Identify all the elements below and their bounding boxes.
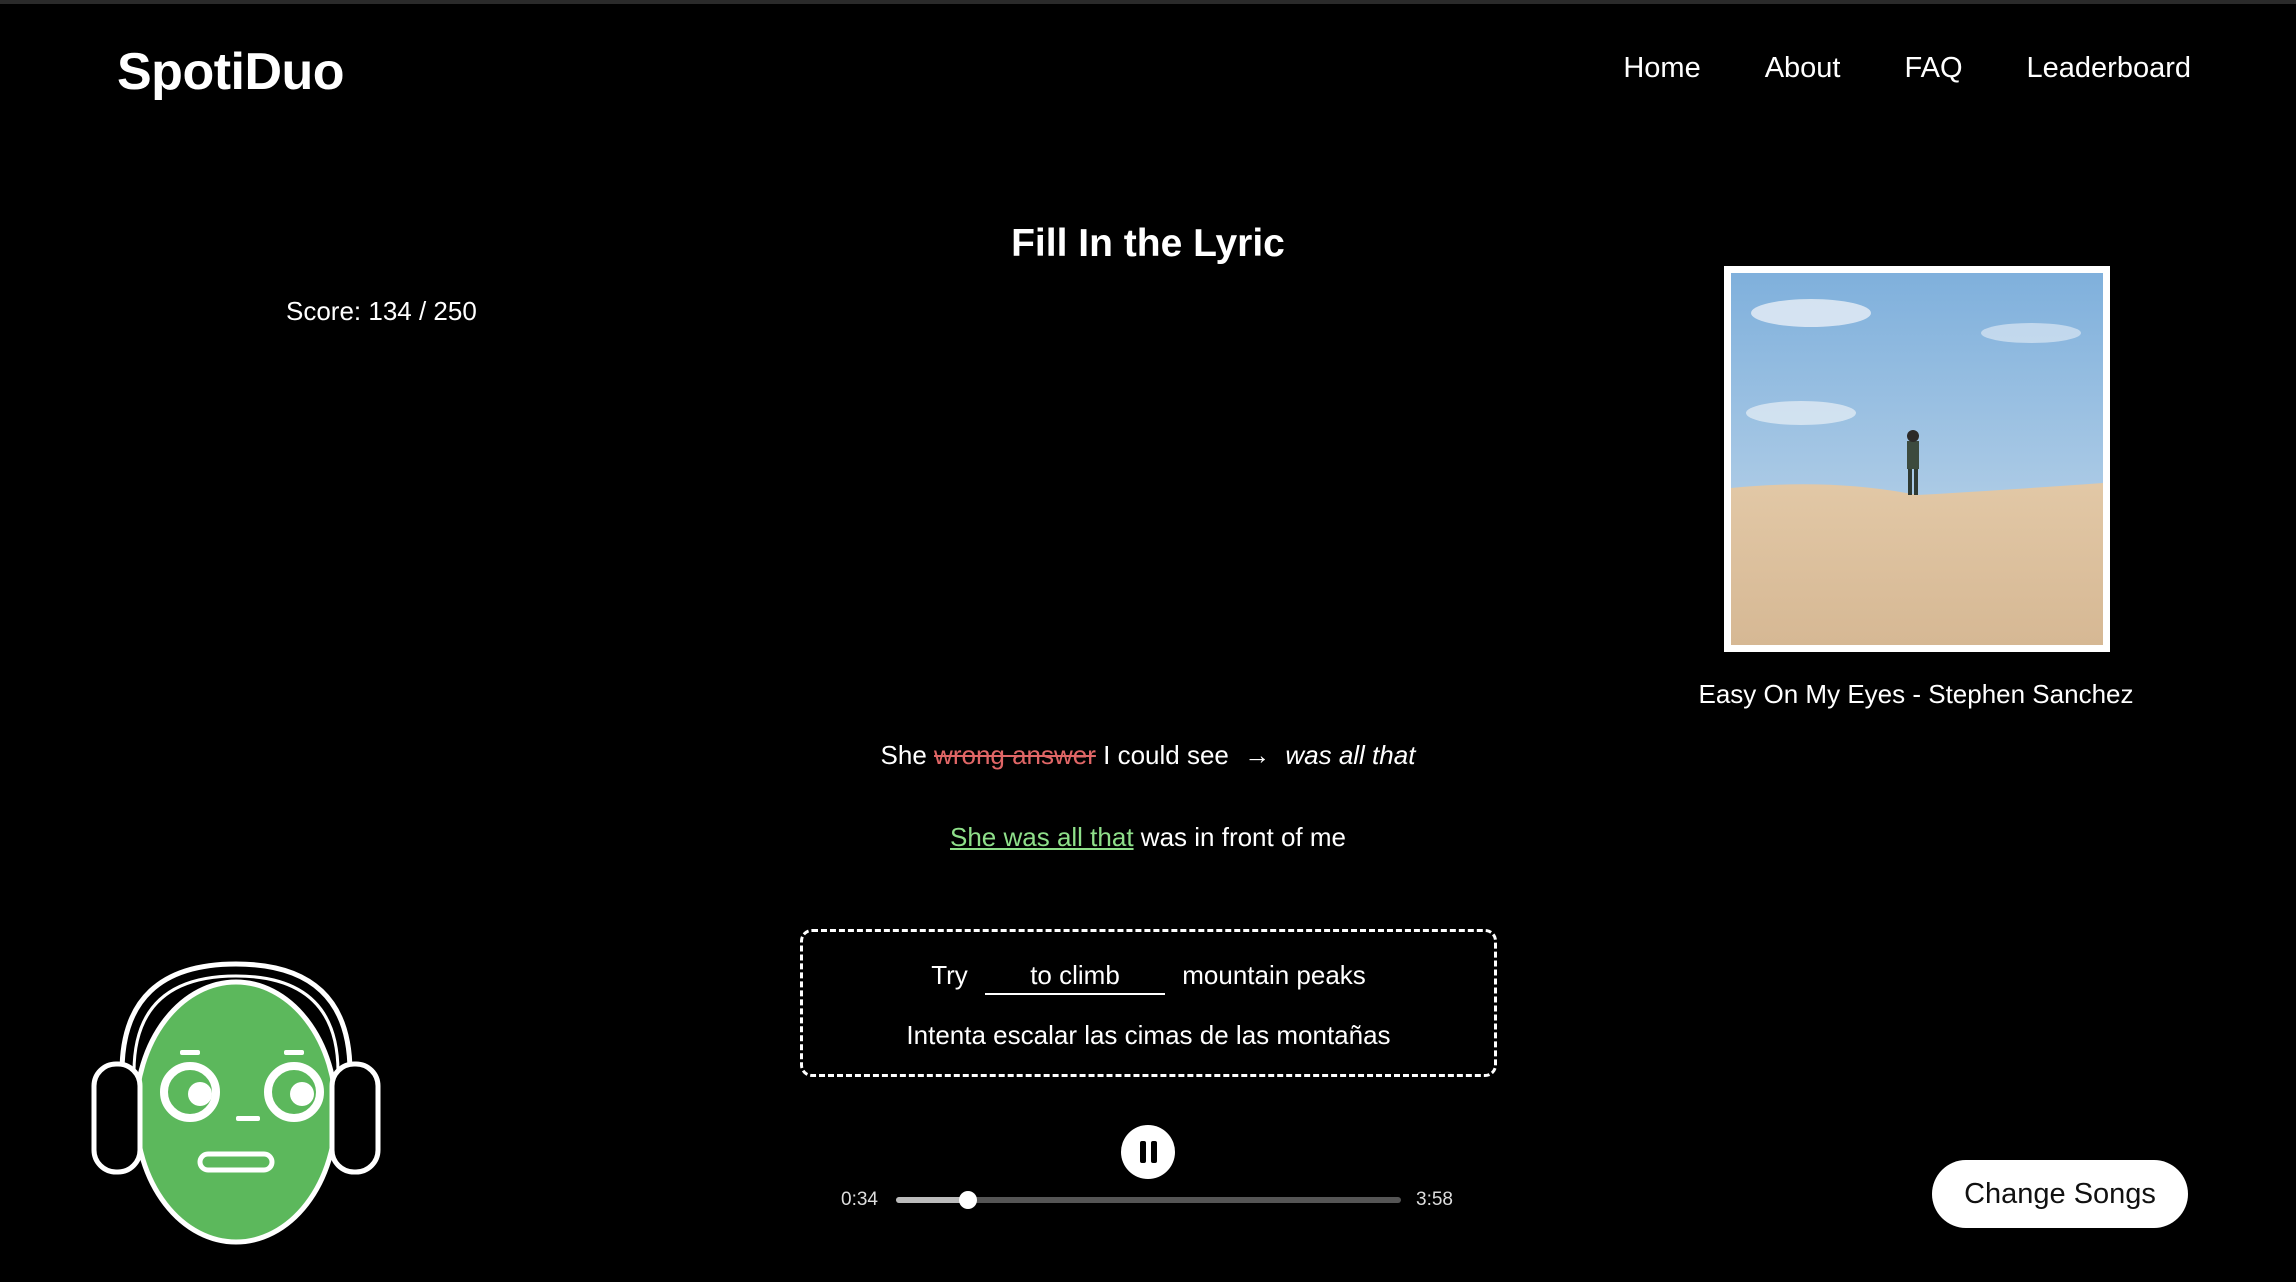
lyric-prefix: She <box>880 740 927 770</box>
page-title: Fill In the Lyric <box>1011 222 1285 265</box>
translation-text: Intenta escalar las cimas de las montaña… <box>906 1020 1391 1050</box>
nav-home-link[interactable]: Home <box>1623 52 1700 85</box>
pause-button[interactable] <box>1121 1125 1175 1179</box>
correct-answer-hint: was all that <box>1285 740 1416 770</box>
score-display: Score: 134 / 250 <box>286 296 477 326</box>
prompt-prefix: Try <box>931 960 968 990</box>
playback-progress <box>896 1197 969 1203</box>
album-cover-image <box>1731 273 2103 645</box>
lyric-rest: was in front of me <box>1140 822 1346 852</box>
arrow-icon: → <box>1244 740 1271 770</box>
playback-thumb[interactable] <box>959 1191 978 1209</box>
nav-leaderboard-link[interactable]: Leaderboard <box>2027 52 2191 85</box>
main-nav: Home About FAQ Leaderboard <box>1623 52 2191 85</box>
pause-icon <box>1139 1141 1157 1163</box>
lyric-answer-input[interactable] <box>985 960 1165 995</box>
nav-about-link[interactable]: About <box>1765 52 1841 85</box>
prompt-lyric-row: Try mountain peaks <box>803 960 1494 995</box>
playback-slider[interactable] <box>896 1191 1401 1209</box>
nav-faq-link[interactable]: FAQ <box>1905 52 1963 85</box>
change-songs-button[interactable]: Change Songs <box>1932 1160 2188 1228</box>
app-page: SpotiDuo Home About FAQ Leaderboard Fill… <box>0 0 2296 1282</box>
lyric-suffix: I could see <box>1103 740 1229 770</box>
lyric-prompt-box: Try mountain peaks Intenta escalar las c… <box>800 929 1497 1077</box>
previous-lyric-line: She wrong answer I could see → was all t… <box>0 740 2296 771</box>
prompt-suffix: mountain peaks <box>1182 960 1366 990</box>
headphones-mascot-icon <box>91 961 381 1245</box>
total-time: 3:58 <box>1416 1189 1453 1210</box>
logo[interactable]: SpotiDuo <box>117 42 345 102</box>
song-caption: Easy On My Eyes - Stephen Sanchez <box>1698 679 2134 709</box>
current-time: 0:34 <box>841 1189 878 1210</box>
answered-lyric-line: She was all that was in front of me <box>0 822 2296 853</box>
correct-answer: She was all that <box>950 822 1134 852</box>
wrong-answer: wrong answer <box>934 740 1096 770</box>
album-cover <box>1724 266 2110 652</box>
